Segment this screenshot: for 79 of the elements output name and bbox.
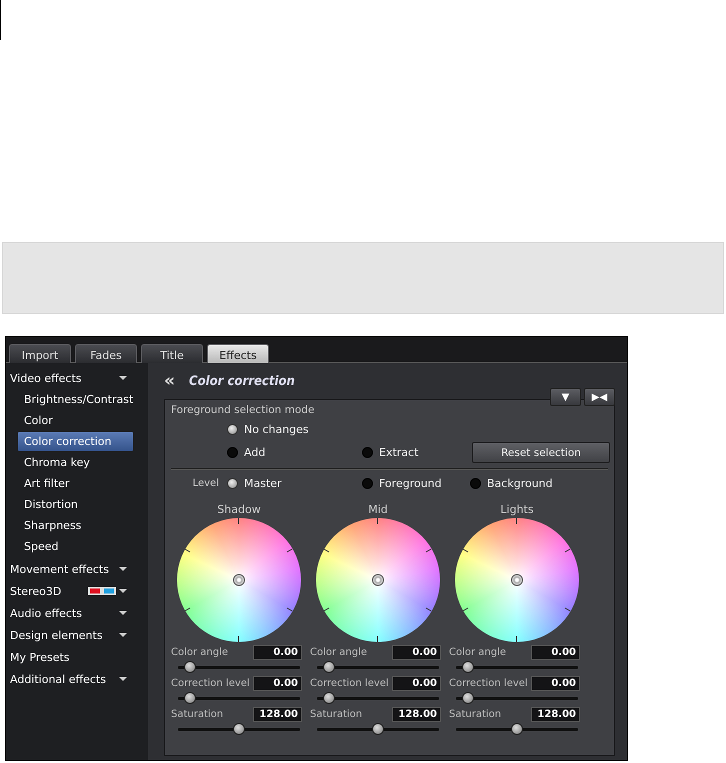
radio-option[interactable]: No changes xyxy=(227,420,362,439)
sidebar-group[interactable]: Stereo3D xyxy=(10,584,118,598)
sidebar-item[interactable]: Distortion xyxy=(18,495,133,514)
radio-option[interactable]: Add xyxy=(227,443,362,462)
caret-icon[interactable] xyxy=(118,588,128,594)
parameter-label: Saturation xyxy=(310,709,362,720)
wheel-handle[interactable] xyxy=(233,574,245,586)
wheel-handle[interactable] xyxy=(372,574,384,586)
sidebar-item[interactable]: Color xyxy=(18,411,133,430)
section-label: Foreground selection mode xyxy=(171,404,316,416)
value-field[interactable]: 128.00 xyxy=(531,707,580,722)
wheel-title: Mid xyxy=(367,503,389,516)
caret-icon[interactable] xyxy=(118,676,128,682)
slider-thumb[interactable] xyxy=(184,692,196,704)
radio-icon[interactable] xyxy=(227,478,238,489)
wheel-handle[interactable] xyxy=(511,574,523,586)
parameter-label: Correction level xyxy=(171,678,250,689)
parameter-label: Correction level xyxy=(449,678,528,689)
parameter-label: Color angle xyxy=(449,647,506,658)
reset-selection-button[interactable]: Reset selection xyxy=(472,442,610,463)
sidebar-group[interactable]: Movement effects xyxy=(10,562,118,576)
value-field[interactable]: 0.00 xyxy=(253,676,302,691)
sidebar-group[interactable]: Design elements xyxy=(10,628,118,642)
radio-icon[interactable] xyxy=(470,478,481,489)
sidebar-group[interactable]: Additional effects xyxy=(10,672,118,686)
tab[interactable]: Effects xyxy=(207,344,269,363)
sidebar-item[interactable]: Color correction xyxy=(18,432,133,451)
slider-thumb[interactable] xyxy=(511,722,523,734)
radio-icon[interactable] xyxy=(362,478,373,489)
toolbar-button[interactable]: ▼ xyxy=(550,388,581,406)
radio-icon[interactable] xyxy=(362,447,373,458)
wheel-title: Lights xyxy=(499,503,535,516)
parameter-label: Color angle xyxy=(310,647,368,658)
slider-thumb[interactable] xyxy=(323,660,336,672)
toolbar-button[interactable]: ▶◀ xyxy=(584,388,615,406)
panel-title: Color correction xyxy=(188,374,295,388)
slider-thumb[interactable] xyxy=(372,722,384,734)
parameter-label: Color angle xyxy=(171,647,228,658)
wheel-title: Shadow xyxy=(216,503,262,516)
sidebar-item[interactable]: Brightness/Contrast xyxy=(18,390,133,409)
slider-thumb[interactable] xyxy=(323,692,336,704)
slider-thumb[interactable] xyxy=(462,660,474,672)
text-cursor xyxy=(0,0,1,40)
sidebar-group[interactable]: My Presets xyxy=(10,650,118,664)
radio-option[interactable]: Extract xyxy=(362,443,470,462)
value-field[interactable]: 0.00 xyxy=(531,676,580,691)
level-label: Level xyxy=(192,478,219,489)
parameter-label: Saturation xyxy=(171,709,224,720)
tab[interactable]: Fades xyxy=(75,344,137,363)
value-field[interactable]: 0.00 xyxy=(392,676,441,691)
caret-icon[interactable] xyxy=(118,632,128,638)
parameter-label: Saturation xyxy=(449,709,502,720)
value-field[interactable]: 128.00 xyxy=(392,707,441,722)
value-field[interactable]: 0.00 xyxy=(392,645,441,660)
3d-glasses-icon xyxy=(88,587,116,595)
radio-icon[interactable] xyxy=(227,447,238,458)
sidebar-item[interactable]: Art filter xyxy=(18,474,133,493)
sidebar-item[interactable]: Chroma key xyxy=(18,453,133,472)
value-field[interactable]: 0.00 xyxy=(253,645,302,660)
value-field[interactable]: 0.00 xyxy=(531,645,580,660)
radio-option[interactable]: Master xyxy=(227,474,362,493)
parameter-label: Correction level xyxy=(310,678,389,689)
caret-icon[interactable] xyxy=(118,610,128,616)
sidebar-group[interactable]: Video effects xyxy=(10,372,118,384)
caret-icon[interactable] xyxy=(118,566,128,572)
slider-thumb[interactable] xyxy=(233,722,245,734)
slider-thumb[interactable] xyxy=(462,692,474,704)
tab[interactable]: Title xyxy=(141,344,203,363)
collapse-button[interactable]: « xyxy=(164,372,175,390)
value-field[interactable]: 128.00 xyxy=(253,707,302,722)
sidebar-group[interactable]: Audio effects xyxy=(10,606,118,620)
radio-option[interactable]: Background xyxy=(470,474,608,493)
sidebar-item[interactable]: Speed xyxy=(18,537,133,556)
caret-icon[interactable] xyxy=(118,375,128,381)
tab[interactable]: Import xyxy=(9,344,71,363)
radio-icon[interactable] xyxy=(227,424,238,435)
sidebar-item[interactable]: Sharpness xyxy=(18,516,133,535)
slider-thumb[interactable] xyxy=(184,660,196,672)
radio-option[interactable]: Foreground xyxy=(362,474,470,493)
